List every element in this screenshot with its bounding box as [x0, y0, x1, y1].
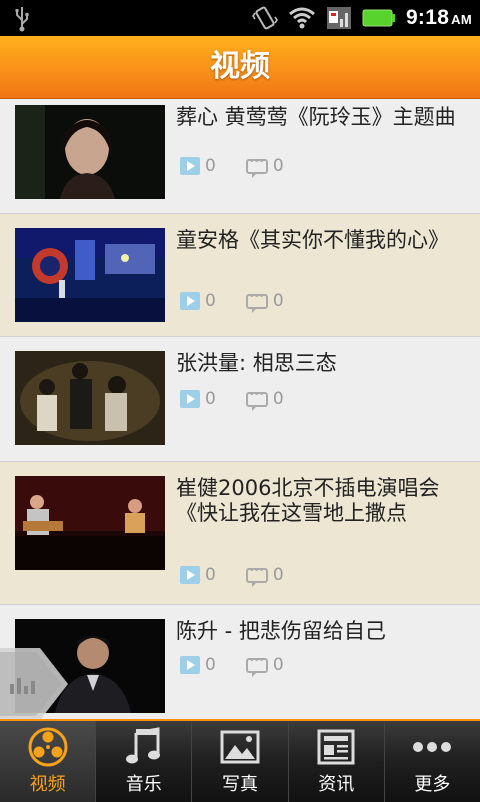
- wifi-icon: [288, 7, 315, 29]
- drawer-handle-arrow-icon[interactable]: [0, 648, 70, 720]
- clock: 9:18 AM: [406, 6, 472, 30]
- video-title: 崔健2006北京不插电演唱会《快让我在这雪地上撒点: [176, 476, 440, 525]
- usb-icon: [15, 7, 29, 32]
- video-stats: 0 0: [180, 655, 284, 677]
- tab-label: 资讯: [318, 774, 355, 795]
- tab-label: 更多: [414, 774, 451, 795]
- film-reel-icon: [28, 727, 68, 767]
- bottom-tab-bar: 视频 音乐 写真 资讯 更多: [0, 719, 480, 802]
- play-count-icon: [180, 292, 200, 310]
- comment-count-icon: [245, 389, 268, 411]
- video-thumbnail[interactable]: [15, 476, 165, 570]
- video-thumbnail-image: [15, 351, 165, 445]
- comment-count-icon: [245, 655, 268, 677]
- tab-label: 视频: [29, 774, 66, 795]
- title-bar: 视频: [0, 36, 480, 99]
- video-title: 葬心 黄莺莺《阮玲玉》主题曲: [176, 105, 456, 129]
- video-thumbnail-image: [15, 228, 165, 322]
- comment-count: 0: [272, 655, 284, 675]
- video-list[interactable]: 葬心 黄莺莺《阮玲玉》主题曲 0 0 童安格《其实你不懂我的心》 0 0: [0, 99, 480, 719]
- clock-ampm: AM: [451, 12, 472, 27]
- signal-icon: [326, 7, 351, 29]
- comment-count: 0: [272, 389, 284, 409]
- tab-news[interactable]: 资讯: [287, 721, 384, 802]
- play-count: 0: [205, 565, 216, 585]
- video-list-item[interactable]: 张洪量: 相思三态 0 0: [0, 337, 480, 462]
- video-thumbnail[interactable]: [15, 351, 165, 445]
- video-stats: 0 0: [180, 291, 284, 313]
- more-dots-icon: [413, 742, 452, 752]
- play-count: 0: [205, 291, 216, 311]
- comment-count-icon: [245, 565, 268, 587]
- video-list-item[interactable]: 陈升 - 把悲伤留给自己 0 0: [0, 605, 480, 719]
- video-stats: 0 0: [180, 389, 284, 411]
- tab-photos[interactable]: 写真: [191, 721, 287, 802]
- video-thumbnail[interactable]: [15, 105, 165, 199]
- newspaper-icon: [317, 729, 355, 765]
- comment-count: 0: [272, 565, 284, 585]
- play-count-icon: [180, 656, 200, 674]
- video-list-item[interactable]: 葬心 黄莺莺《阮玲玉》主题曲 0 0: [0, 99, 480, 214]
- battery-icon: [362, 9, 395, 27]
- tab-video[interactable]: 视频: [0, 721, 96, 802]
- video-thumbnail-image: [15, 476, 165, 570]
- tab-music[interactable]: 音乐: [95, 721, 191, 802]
- play-count-icon: [180, 566, 200, 584]
- status-bar: 9:18 AM: [0, 0, 480, 36]
- comment-count: 0: [272, 291, 284, 311]
- video-thumbnail-image: [15, 105, 165, 199]
- play-count-icon: [180, 157, 200, 175]
- video-list-item[interactable]: 崔健2006北京不插电演唱会《快让我在这雪地上撒点 0 0: [0, 462, 480, 605]
- comment-count-icon: [245, 156, 268, 178]
- play-count: 0: [205, 156, 216, 176]
- video-stats: 0 0: [180, 565, 284, 587]
- picture-icon: [220, 730, 260, 764]
- video-list-item[interactable]: 童安格《其实你不懂我的心》 0 0: [0, 214, 480, 337]
- video-title: 童安格《其实你不懂我的心》: [176, 228, 449, 252]
- vibrate-icon: [251, 6, 278, 30]
- play-count: 0: [205, 655, 216, 675]
- video-stats: 0 0: [180, 156, 284, 178]
- comment-count: 0: [272, 156, 284, 176]
- tab-label: 音乐: [125, 774, 162, 795]
- comment-count-icon: [245, 291, 268, 313]
- video-title: 陈升 - 把悲伤留给自己: [176, 619, 386, 643]
- play-count-icon: [180, 390, 200, 408]
- music-note-icon: [125, 727, 160, 764]
- clock-time: 9:18: [405, 6, 450, 29]
- page-title: 视频: [210, 49, 270, 84]
- play-count: 0: [205, 389, 216, 409]
- tab-more[interactable]: 更多: [383, 721, 480, 802]
- video-title: 张洪量: 相思三态: [176, 351, 337, 375]
- video-thumbnail[interactable]: [15, 228, 165, 322]
- tab-label: 写真: [222, 774, 258, 795]
